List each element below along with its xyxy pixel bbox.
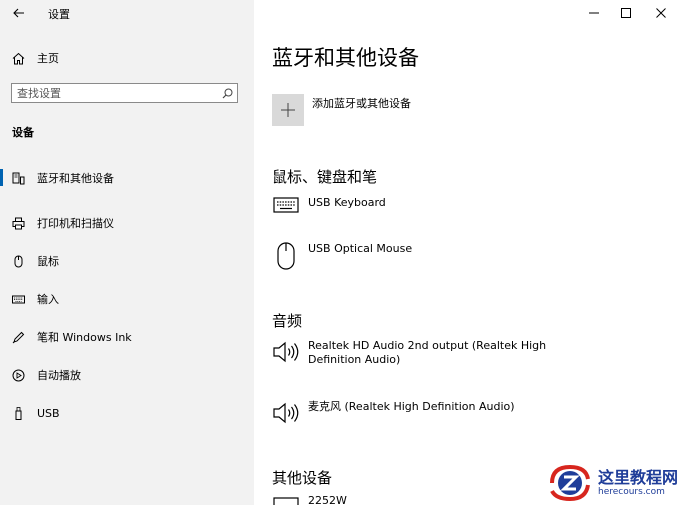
sidebar-item-bluetooth[interactable]: 蓝牙和其他设备 [0, 166, 254, 190]
minimize-icon [589, 12, 599, 14]
device-item[interactable]: USB Keyboard [272, 196, 598, 226]
sidebar-item-printers[interactable]: 打印机和扫描仪 [0, 204, 254, 242]
search-box[interactable] [11, 83, 238, 103]
watermark-url: herecours.com [597, 486, 665, 497]
speaker-icon [272, 400, 300, 430]
maximize-icon [621, 8, 631, 18]
watermark-logo [549, 464, 590, 502]
home-label: 主页 [37, 52, 59, 65]
device-name: USB Keyboard [308, 196, 386, 209]
home-icon [12, 52, 25, 64]
group-title-other-devices: 其他设备 [272, 469, 333, 487]
sidebar-item-usb[interactable]: USB [0, 394, 254, 432]
keyboard-icon [11, 292, 25, 306]
main-content: 蓝牙和其他设备 添加蓝牙或其他设备 鼠标、键盘和笔 USB Keyboard U… [254, 0, 680, 505]
mouse-icon [11, 254, 25, 268]
speaker-icon [272, 339, 300, 369]
device-item[interactable]: Realtek HD Audio 2nd output (Realtek Hig… [272, 339, 598, 369]
search-icon[interactable] [217, 88, 237, 99]
watermark-title: 这里教程网 [597, 467, 678, 487]
sidebar-item-pen[interactable]: 笔和 Windows Ink [0, 318, 254, 356]
sidebar-item-label: 鼠标 [37, 255, 59, 268]
mouse-icon [272, 242, 300, 272]
sidebar-item-label: 自动播放 [37, 369, 81, 382]
sidebar-item-autoplay[interactable]: 自动播放 [0, 356, 254, 394]
close-button[interactable] [641, 0, 680, 26]
back-arrow-icon [13, 8, 24, 18]
pen-icon [11, 330, 25, 344]
sidebar-item-label: 蓝牙和其他设备 [37, 172, 114, 185]
printer-icon [11, 216, 25, 230]
device-name: USB Optical Mouse [308, 242, 413, 255]
app-title: 设置 [48, 8, 70, 21]
sidebar-item-typing[interactable]: 输入 [0, 280, 254, 318]
sidebar-item-label: 打印机和扫描仪 [37, 217, 114, 230]
plus-icon [281, 103, 295, 117]
keyboard-icon [272, 196, 300, 226]
group-title-audio: 音频 [272, 312, 303, 330]
group-title-input-devices: 鼠标、键盘和笔 [272, 168, 378, 186]
add-device-button[interactable] [272, 94, 304, 126]
search-input[interactable] [12, 84, 217, 102]
back-button[interactable] [8, 4, 30, 22]
sidebar-item-mouse[interactable]: 鼠标 [0, 242, 254, 280]
nav-list: 蓝牙和其他设备 打印机和扫描仪 鼠标 输入 笔和 Windows Ink 自动播… [0, 166, 254, 432]
bluetooth-devices-icon [11, 171, 25, 185]
autoplay-icon [11, 368, 25, 382]
add-device-label[interactable]: 添加蓝牙或其他设备 [312, 95, 411, 111]
home-nav-item[interactable]: 主页 [12, 48, 59, 68]
sidebar-item-label: 输入 [37, 293, 59, 306]
page-title: 蓝牙和其他设备 [272, 46, 419, 70]
sidebar-item-label: USB [37, 406, 60, 420]
device-item[interactable]: USB Optical Mouse [272, 242, 598, 272]
device-name: 麦克风 (Realtek High Definition Audio) [308, 400, 515, 413]
device-name: Realtek HD Audio 2nd output (Realtek Hig… [308, 339, 547, 366]
sidebar-item-label: 笔和 Windows Ink [37, 331, 132, 344]
device-item[interactable]: 麦克风 (Realtek High Definition Audio) [272, 400, 598, 430]
maximize-button[interactable] [606, 0, 646, 26]
usb-icon [11, 406, 25, 420]
watermark: 这里教程网 herecours.com [546, 463, 678, 503]
watermark-text: 这里教程网 herecours.com [597, 467, 678, 498]
section-title: 设备 [12, 126, 34, 139]
sidebar: 设置 主页 设备 蓝牙和其他设备 [0, 0, 254, 505]
monitor-icon [272, 494, 300, 505]
close-icon [656, 8, 666, 18]
